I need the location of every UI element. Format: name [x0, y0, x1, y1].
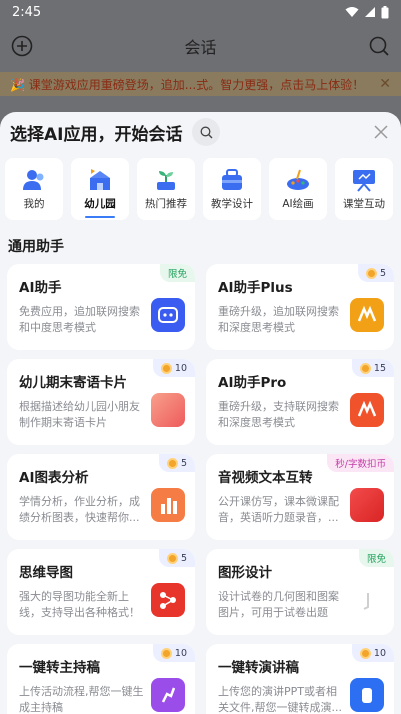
search-icon[interactable]	[367, 34, 391, 58]
card-desc: 重磅升级，支持联网搜索和深度思考模式	[218, 400, 339, 429]
app-card-kindergarten-message-card[interactable]: 幼儿期末寄语卡片 根据描述给幼儿园小朋友制作期末寄语卡片 10	[7, 359, 195, 445]
app-card-ai-chart-analysis[interactable]: AI图表分析 学情分析，作业分析，成绩分析图表，快速帮你... 5	[7, 454, 195, 540]
card-desc: 上传您的演讲PPT或者相关文件,帮您一键转成演...	[218, 685, 342, 714]
app-logo-icon	[350, 488, 384, 522]
coin-price-badge: 5	[158, 549, 195, 567]
projector-icon	[353, 169, 375, 192]
status-time: 2:45	[12, 4, 42, 20]
card-desc: 上传活动流程,帮您一键生成主持稿	[19, 685, 144, 714]
toolbox-icon	[222, 168, 242, 190]
coin-icon	[359, 647, 371, 659]
app-card-ai-assistant[interactable]: AI助手 免费应用，追加联网搜索和中度思考模式 限免	[7, 264, 195, 350]
coin-icon	[160, 362, 172, 374]
battery-icon	[381, 5, 389, 18]
mind-map-icon	[151, 583, 185, 617]
announcement-banner[interactable]: 🎉 课堂游戏应用重磅登场，追加...式。智力更强，点击马上体验！ ✕	[0, 72, 401, 96]
app-card-speech-script[interactable]: 一键转演讲稿 上传您的演讲PPT或者相关文件,帮您一键转成演... 10	[206, 644, 394, 714]
coin-icon	[365, 267, 377, 279]
card-title: 图形设计	[218, 565, 272, 581]
category-label: 热门推荐	[145, 197, 187, 210]
kindergarten-icon	[90, 168, 110, 190]
sheet-header: 选择AI应用，开始会话	[0, 112, 401, 152]
sheet-search-button[interactable]	[192, 118, 221, 146]
coin-icon	[166, 457, 178, 469]
category-tab-mine[interactable]: 我的	[5, 158, 63, 220]
banner-text: 🎉 课堂游戏应用重磅登场，追加...式。智力更强，点击马上体验！	[10, 77, 365, 92]
coin-icon	[166, 552, 178, 564]
app-logo-icon	[350, 393, 384, 427]
app-card-graphic-design[interactable]: 图形设计 设计试卷的几何图和图案图片，可用于试卷出题 限免	[206, 549, 394, 635]
category-tab-kindergarten[interactable]: 幼儿园	[71, 158, 129, 220]
app-logo-icon	[151, 678, 185, 712]
card-title: AI助手Plus	[218, 280, 293, 296]
category-tab-teaching-design[interactable]: 教学设计	[203, 158, 261, 220]
app-card-audio-video-text[interactable]: 音视频文本互转 公开课仿写，课本微课配音，英语听力题录音，... 秒/字数扣币	[206, 454, 394, 540]
coin-icon	[160, 647, 172, 659]
app-bar: 会话	[0, 26, 401, 66]
close-icon	[374, 125, 388, 139]
card-desc: 根据描述给幼儿园小朋友制作期末寄语卡片	[19, 400, 140, 429]
app-logo-icon	[350, 678, 384, 712]
app-card-ai-assistant-plus[interactable]: AI助手Plus 重磅升级，追加联网搜索和深度思考模式 5	[206, 264, 394, 350]
billing-badge: 秒/字数扣币	[327, 454, 394, 472]
free-badge: 限免	[159, 264, 195, 282]
person-icon	[23, 169, 44, 190]
category-tab-ai-painting[interactable]: AI绘画	[269, 158, 327, 220]
free-badge: 限免	[358, 549, 394, 567]
coin-price-badge: 10	[152, 359, 195, 377]
category-label: 我的	[23, 197, 45, 210]
app-card-mind-map[interactable]: 思维导图 强大的导图功能全新上线，支持导出各种格式！ 5	[7, 549, 195, 635]
app-title: 会话	[184, 38, 217, 57]
section-title: 通用助手	[8, 239, 64, 255]
category-label: 课堂互动	[343, 197, 385, 210]
coin-price-badge: 5	[357, 264, 394, 282]
bar-chart-icon	[151, 488, 185, 522]
status-icons	[345, 5, 389, 19]
card-title: 思维导图	[19, 565, 73, 581]
coin-price-badge: 10	[152, 644, 195, 662]
coin-price-badge: 5	[158, 454, 195, 472]
category-label: 幼儿园	[84, 197, 116, 210]
category-tab-classroom-interaction[interactable]: 课堂互动	[335, 158, 393, 220]
app-card-host-script[interactable]: 一键转主持稿 上传活动流程,帮您一键生成主持稿 10	[7, 644, 195, 714]
coin-price-badge: 15	[351, 359, 394, 377]
app-picker-sheet: 选择AI应用，开始会话 我的 幼儿园 热门推荐 教学设计 AI绘画 课堂互动 通…	[0, 112, 401, 714]
banner-close-icon[interactable]: ✕	[379, 76, 391, 92]
chat-bot-icon	[151, 298, 185, 332]
app-logo-icon	[350, 298, 384, 332]
add-circle-icon[interactable]	[10, 34, 34, 58]
search-icon	[200, 126, 213, 138]
category-label: AI绘画	[282, 197, 314, 210]
app-card-ai-assistant-pro[interactable]: AI助手Pro 重磅升级，支持联网搜索和深度思考模式 15	[206, 359, 394, 445]
card-title: AI助手	[19, 280, 62, 296]
wifi-icon	[345, 7, 359, 17]
card-desc: 重磅升级，追加联网搜索和深度思考模式	[218, 305, 339, 334]
card-desc: 学情分析，作业分析，成绩分析图表，快速帮你...	[19, 495, 140, 524]
category-label: 教学设计	[211, 197, 253, 210]
card-desc: 设计试卷的几何图和图案图片，可用于试卷出题	[218, 590, 339, 619]
card-desc: 强大的导图功能全新上线，支持导出各种格式！	[19, 590, 140, 619]
category-tab-popular[interactable]: 热门推荐	[137, 158, 195, 220]
status-bar: 2:45	[0, 0, 401, 24]
category-tabs: 我的 幼儿园 热门推荐 教学设计 AI绘画 课堂互动	[0, 152, 401, 224]
coin-icon	[359, 362, 371, 374]
app-logo-icon	[350, 583, 384, 617]
sheet-title: 选择AI应用，开始会话	[10, 124, 183, 145]
sprout-icon	[157, 170, 175, 190]
card-title: AI图表分析	[19, 470, 89, 486]
coin-price-badge: 10	[351, 644, 394, 662]
palette-icon	[287, 169, 309, 190]
sheet-close-button[interactable]	[371, 122, 391, 142]
app-logo-icon	[151, 393, 185, 427]
signal-icon	[365, 7, 375, 17]
card-desc: 公开课仿写，课本微课配音，英语听力题录音，...	[218, 495, 339, 524]
app-card-grid: AI助手 免费应用，追加联网搜索和中度思考模式 限免 AI助手Plus 重磅升级…	[0, 264, 401, 714]
card-desc: 免费应用，追加联网搜索和中度思考模式	[19, 305, 140, 334]
